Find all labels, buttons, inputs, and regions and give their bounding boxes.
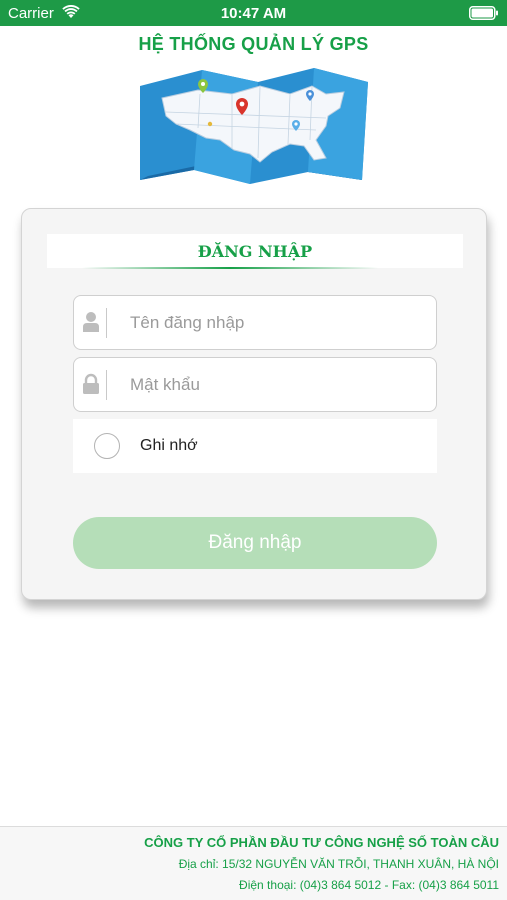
status-bar: Carrier 10:47 AM bbox=[0, 0, 507, 26]
login-card: ĐĂNG NHẬP Ghi nhớ Đăng nhập bbox=[21, 208, 487, 600]
footer-address: Địa chỉ: 15/32 NGUYỄN VĂN TRỖI, THANH XU… bbox=[178, 857, 499, 871]
footer-company: CÔNG TY CỔ PHẦN ĐẦU TƯ CÔNG NGHỆ SỐ TOÀN… bbox=[144, 835, 499, 850]
password-input[interactable] bbox=[118, 368, 418, 402]
login-button[interactable]: Đăng nhập bbox=[73, 517, 437, 569]
login-card-header: ĐĂNG NHẬP bbox=[47, 234, 463, 268]
field-divider bbox=[106, 370, 107, 400]
footer-phone: Điện thoại: (04)3 864 5012 - Fax: (04)3 … bbox=[239, 878, 499, 892]
remember-row[interactable]: Ghi nhớ bbox=[73, 419, 437, 473]
lock-icon bbox=[83, 373, 99, 394]
clock: 10:47 AM bbox=[220, 5, 287, 22]
password-field[interactable] bbox=[73, 357, 437, 412]
remember-radio[interactable] bbox=[94, 433, 120, 459]
username-field[interactable] bbox=[73, 295, 437, 350]
map-illustration bbox=[140, 68, 368, 184]
login-card-title: ĐĂNG NHẬP bbox=[197, 242, 313, 261]
app-title: HỆ THỐNG QUẢN LÝ GPS bbox=[138, 34, 369, 54]
username-input[interactable] bbox=[118, 306, 418, 340]
footer: CÔNG TY CỔ PHẦN ĐẦU TƯ CÔNG NGHỆ SỐ TOÀN… bbox=[0, 826, 507, 900]
field-divider bbox=[106, 308, 107, 338]
user-icon bbox=[83, 312, 99, 332]
title-underline bbox=[82, 267, 378, 269]
remember-label: Ghi nhớ bbox=[140, 437, 198, 454]
battery-icon bbox=[469, 6, 498, 20]
